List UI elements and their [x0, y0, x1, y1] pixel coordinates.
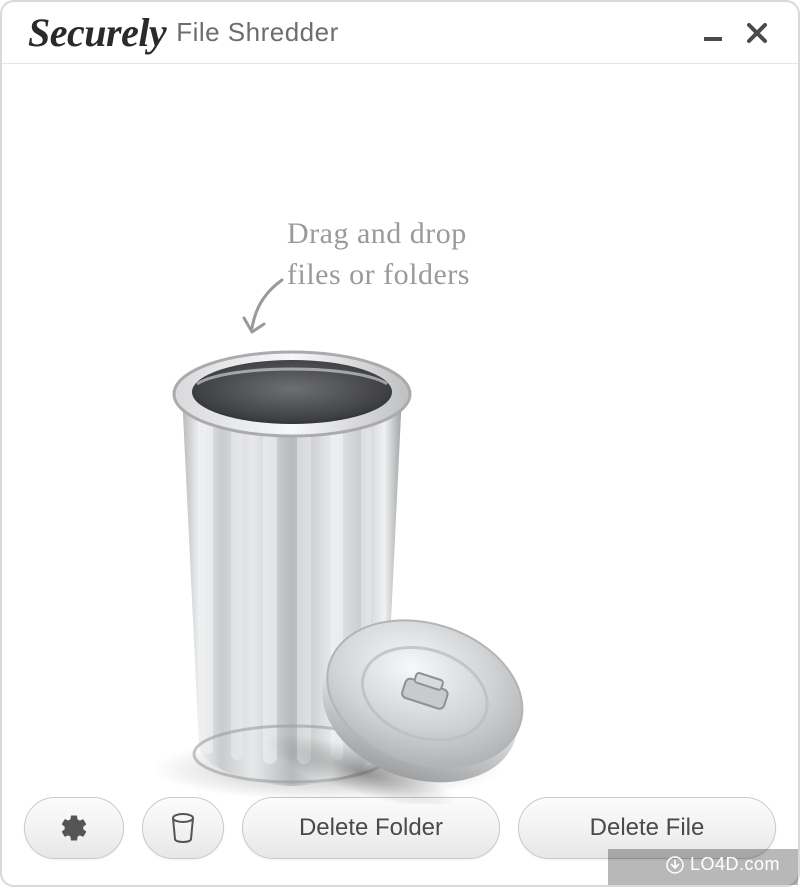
gear-icon [59, 813, 89, 843]
minimize-icon [702, 22, 724, 44]
delete-folder-button[interactable]: Delete Folder [242, 797, 500, 859]
titlebar: Securely File Shredder [2, 2, 798, 64]
empty-bin-button[interactable] [142, 797, 224, 859]
watermark-download-icon [666, 856, 684, 874]
settings-button[interactable] [24, 797, 124, 859]
close-icon [745, 21, 769, 45]
trash-icon [170, 813, 196, 843]
drop-hint: Drag and drop files or folders [287, 214, 470, 295]
drop-zone[interactable]: Drag and drop files or folders [2, 64, 798, 789]
app-window: Securely File Shredder Drag and drop fil… [0, 0, 800, 887]
delete-folder-label: Delete Folder [299, 814, 443, 842]
drop-hint-line1: Drag and drop [287, 217, 467, 250]
close-button[interactable] [738, 14, 776, 52]
drop-hint-line2: files or folders [287, 255, 470, 296]
trash-can-icon [137, 324, 577, 804]
watermark: LO4D.com [666, 854, 784, 875]
delete-file-label: Delete File [590, 814, 705, 842]
app-brand: Securely [28, 9, 166, 56]
app-subtitle: File Shredder [176, 17, 339, 48]
watermark-text: LO4D.com [690, 854, 780, 875]
trash-can-illustration [137, 324, 577, 804]
minimize-button[interactable] [694, 14, 732, 52]
